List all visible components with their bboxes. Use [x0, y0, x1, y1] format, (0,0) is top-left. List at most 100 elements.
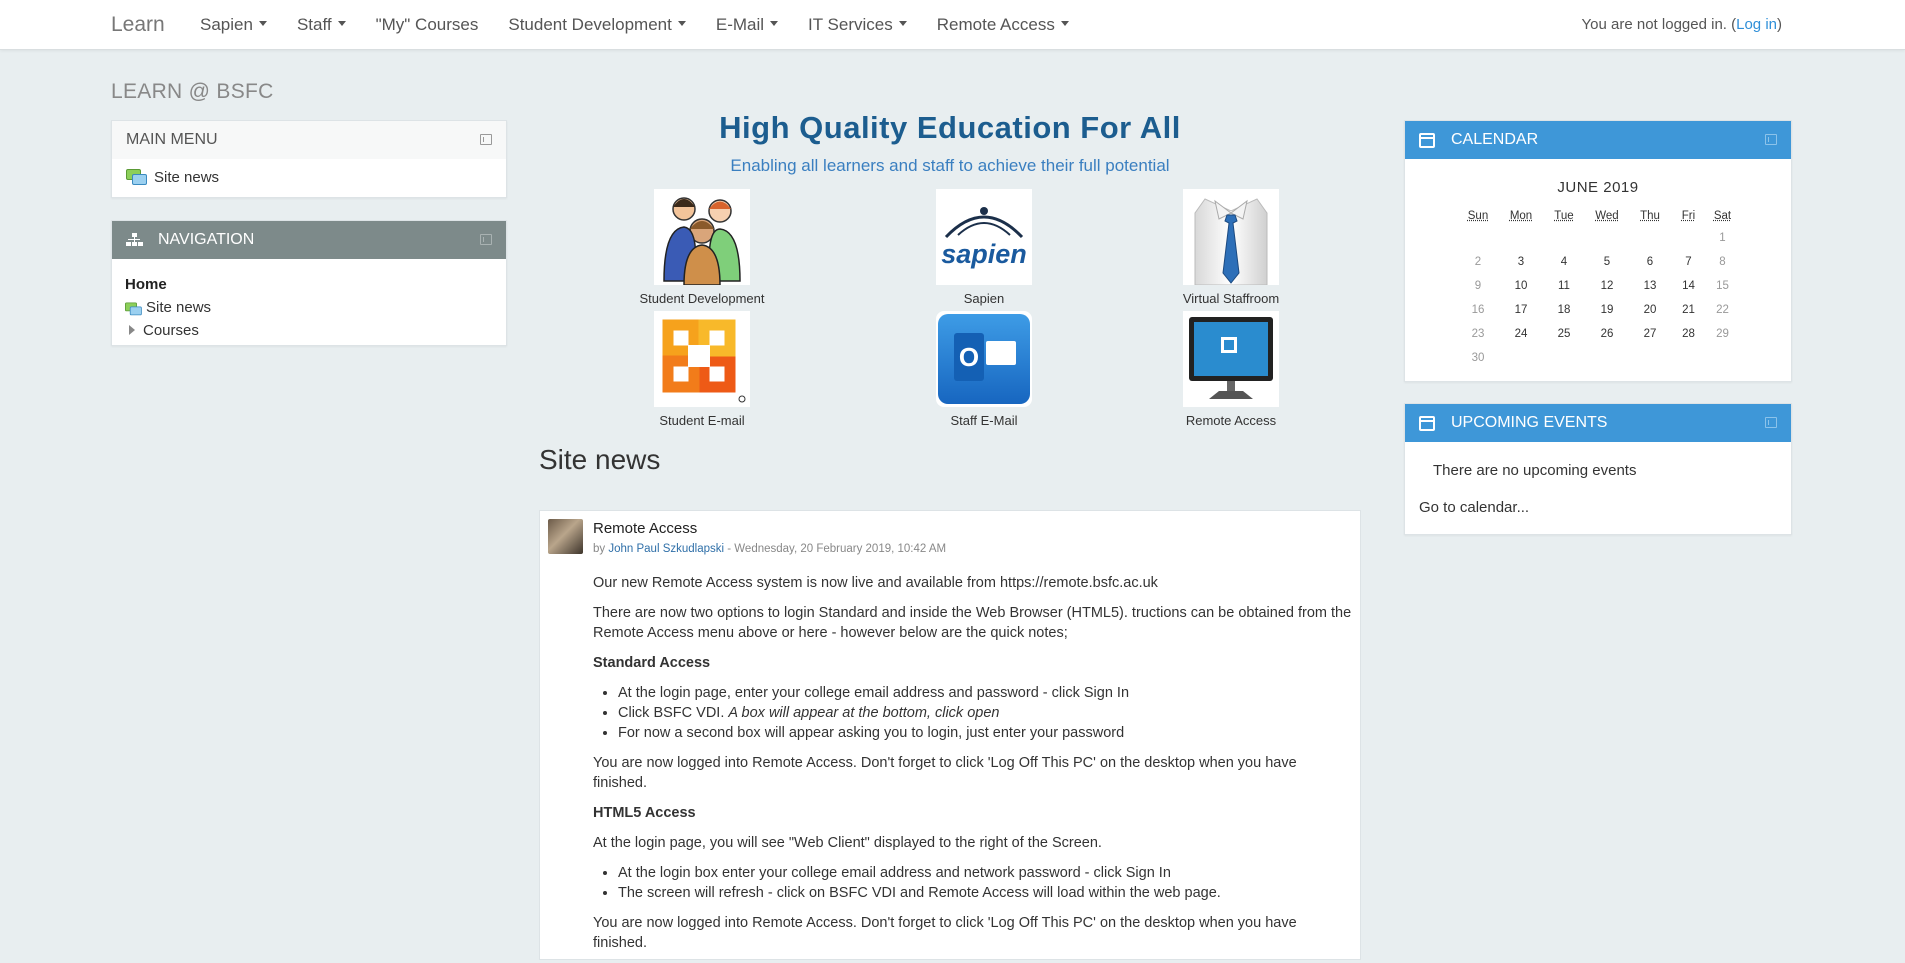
- hide-block-icon[interactable]: [480, 134, 492, 145]
- nav-menu-sapien[interactable]: Sapien: [200, 15, 267, 35]
- post-paragraph: Our new Remote Access system is now live…: [593, 575, 1158, 591]
- nav-site-news-label: Site news: [146, 299, 212, 316]
- hide-block-icon[interactable]: [480, 234, 492, 245]
- nav-menu-email[interactable]: E-Mail: [716, 15, 779, 35]
- hide-block-icon[interactable]: [1765, 134, 1777, 145]
- calendar-day[interactable]: 21: [1672, 298, 1706, 322]
- calendar-day[interactable]: 13: [1629, 274, 1672, 298]
- calendar-day[interactable]: 22: [1706, 298, 1740, 322]
- main-nav-menu: Sapien Staff "My" Courses Student Develo…: [200, 15, 1069, 35]
- calendar-day: [1586, 226, 1629, 250]
- login-link[interactable]: Log in: [1736, 16, 1777, 33]
- calendar-week: 30: [1457, 346, 1740, 370]
- upcoming-events-block: UPCOMING EVENTS There are no upcoming ev…: [1404, 403, 1792, 535]
- calendar-day[interactable]: 23: [1457, 322, 1500, 346]
- calendar-week: 2345678: [1457, 250, 1740, 274]
- weekday-header: Tue: [1554, 210, 1574, 222]
- calendar-day: [1629, 226, 1672, 250]
- tile-label: Student E-mail: [659, 413, 745, 428]
- calendar-day[interactable]: 2: [1457, 250, 1500, 274]
- calendar-day[interactable]: 3: [1500, 250, 1543, 274]
- calendar-day[interactable]: 14: [1672, 274, 1706, 298]
- calendar-day[interactable]: 4: [1543, 250, 1586, 274]
- calendar-day[interactable]: 18: [1543, 298, 1586, 322]
- main-menu-block: MAIN MENU Site news: [111, 120, 507, 198]
- calendar-day[interactable]: 27: [1629, 322, 1672, 346]
- nav-menu-label: IT Services: [808, 15, 893, 34]
- calendar-day[interactable]: 17: [1500, 298, 1543, 322]
- calendar-day[interactable]: 30: [1457, 346, 1500, 370]
- calendar-day[interactable]: 16: [1457, 298, 1500, 322]
- calendar-day[interactable]: 26: [1586, 322, 1629, 346]
- list-item: At the login page, enter your college em…: [618, 683, 1353, 703]
- nav-courses-item[interactable]: Courses: [125, 319, 493, 342]
- tile-student-email[interactable]: Student E-mail: [622, 311, 782, 428]
- calendar-day[interactable]: 5: [1586, 250, 1629, 274]
- tile-virtual-staffroom[interactable]: Virtual Staffroom: [1151, 189, 1311, 306]
- nav-menu-label: Student Development: [508, 15, 672, 34]
- calendar-day[interactable]: 25: [1543, 322, 1586, 346]
- navigation-block: NAVIGATION Home Site news Courses: [111, 220, 507, 346]
- nav-menu-student-development[interactable]: Student Development: [508, 15, 686, 35]
- post-byline: by John Paul Szkudlapski - Wednesday, 20…: [593, 539, 1353, 559]
- caret-down-icon: [337, 21, 346, 27]
- tile-label: Staff E-Mail: [950, 413, 1018, 428]
- tile-remote-access[interactable]: Remote Access: [1151, 311, 1311, 428]
- calendar-day[interactable]: 10: [1500, 274, 1543, 298]
- nav-menu-staff[interactable]: Staff: [297, 15, 346, 35]
- calendar-day[interactable]: 6: [1629, 250, 1672, 274]
- calendar-day[interactable]: 11: [1543, 274, 1586, 298]
- shirt-tie-icon: [1183, 189, 1279, 285]
- calendar-day[interactable]: 7: [1672, 250, 1706, 274]
- tile-label: Sapien: [963, 291, 1005, 306]
- calendar-day: [1457, 226, 1500, 250]
- post-paragraph: There are now two options to login Stand…: [593, 605, 1352, 641]
- calendar-day[interactable]: 8: [1706, 250, 1740, 274]
- nav-menu-remote-access[interactable]: Remote Access: [937, 15, 1069, 35]
- students-icon: [654, 189, 750, 285]
- sapien-logo: sapien: [936, 189, 1032, 285]
- calendar-day[interactable]: 1: [1706, 226, 1740, 250]
- main-menu-header: MAIN MENU: [112, 121, 506, 159]
- caret-down-icon: [258, 21, 267, 27]
- nav-courses-label: Courses: [143, 322, 199, 339]
- calendar-day[interactable]: 12: [1586, 274, 1629, 298]
- expand-triangle-icon[interactable]: [129, 325, 135, 335]
- calendar-day[interactable]: 24: [1500, 322, 1543, 346]
- calendar-day: [1543, 226, 1586, 250]
- calendar-day[interactable]: 28: [1672, 322, 1706, 346]
- list-item: For now a second box will appear asking …: [618, 723, 1353, 743]
- nav-menu-my-courses[interactable]: "My" Courses: [376, 15, 479, 35]
- forum-post: Remote Access by John Paul Szkudlapski -…: [539, 510, 1361, 960]
- tile-sapien[interactable]: sapien Sapien: [904, 189, 1064, 306]
- calendar-day[interactable]: 19: [1586, 298, 1629, 322]
- no-events-text: There are no upcoming events: [1433, 462, 1637, 479]
- brand-link[interactable]: Learn: [111, 13, 165, 37]
- list-item-italic: A box will appear at the bottom, click o…: [728, 705, 1000, 721]
- calendar-day: [1706, 346, 1740, 370]
- hide-block-icon[interactable]: [1765, 417, 1777, 428]
- nav-site-news-item[interactable]: Site news: [125, 296, 493, 319]
- calendar-week: 16 17 18 19 20 21 22: [1457, 298, 1740, 322]
- go-to-calendar-link[interactable]: Go to calendar...: [1419, 499, 1529, 516]
- post-author-link[interactable]: John Paul Szkudlapski: [608, 543, 724, 555]
- main-menu-site-news-link[interactable]: Site news: [154, 169, 219, 186]
- tile-staff-email[interactable]: O Staff E-Mail: [904, 311, 1064, 428]
- sitemap-icon: [126, 233, 144, 247]
- calendar-day[interactable]: 15: [1706, 274, 1740, 298]
- site-news-heading: Site news: [539, 444, 661, 475]
- calendar-day[interactable]: 29: [1706, 322, 1740, 346]
- weekday-header: Sun: [1467, 210, 1489, 222]
- calendar-day[interactable]: 20: [1629, 298, 1672, 322]
- nav-home-link[interactable]: Home: [125, 273, 493, 296]
- nav-menu-it-services[interactable]: IT Services: [808, 15, 907, 35]
- author-avatar[interactable]: [548, 519, 583, 554]
- calendar-table: Sun Mon Tue Wed Thu Fri Sat 1 2 3 4 5 6 7 8 9 10 1…: [1457, 206, 1740, 370]
- byline-prefix: by: [593, 543, 609, 555]
- post-paragraph: At the login page, you will see "Web Cli…: [593, 835, 1102, 851]
- calendar-week: 23 24 25 26 27 28 29: [1457, 322, 1740, 346]
- tile-student-development[interactable]: Student Development: [622, 189, 782, 306]
- calendar-day[interactable]: 9: [1457, 274, 1500, 298]
- navigation-title: NAVIGATION: [158, 231, 255, 248]
- forum-icon: [126, 169, 148, 187]
